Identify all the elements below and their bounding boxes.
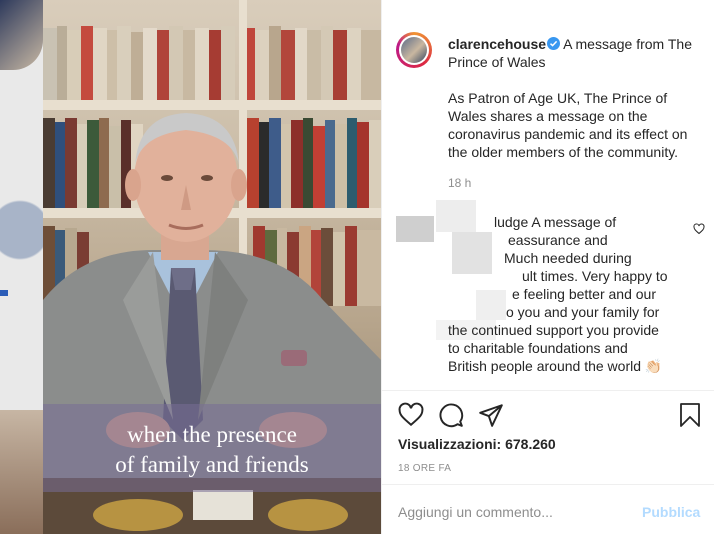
pixelated-block	[452, 232, 492, 274]
description-line-2: Wales shares a message on the	[448, 108, 648, 124]
comment-line-3: Much needed during	[504, 250, 632, 266]
comment-like-icon[interactable]	[693, 222, 705, 240]
video-caption-line-2: of family and friends	[115, 452, 309, 477]
video-caption-line-1: when the presence	[127, 422, 297, 447]
comment-line-9: British people around the world 👏🏻	[448, 358, 663, 374]
commenter-avatar[interactable]	[396, 216, 434, 242]
actions-divider	[382, 390, 714, 391]
share-icon[interactable]	[478, 402, 504, 433]
verified-badge-icon	[547, 37, 561, 50]
comment-icon[interactable]	[438, 402, 464, 433]
heart-icon[interactable]	[398, 402, 424, 433]
description-line-4: the older members of the community.	[448, 144, 679, 160]
views-count[interactable]: Visualizzazioni: 678.260	[398, 435, 556, 453]
description-line-3: coronavirus pandemic and its effect on	[448, 126, 688, 142]
avatar-ring	[399, 35, 429, 65]
caption-timestamp[interactable]: 18 h	[448, 174, 471, 192]
comment-line-2: eassurance and	[508, 232, 608, 248]
avatar-photo	[401, 37, 427, 63]
post-details-panel: clarencehouse A message from The Prince o…	[381, 0, 714, 534]
username-link[interactable]: clarencehouse	[448, 36, 546, 52]
publish-button[interactable]: Pubblica	[642, 503, 700, 521]
caption-header: clarencehouse A message from The Prince o…	[448, 35, 708, 71]
bookmark-icon[interactable]	[678, 402, 702, 433]
background-link-mark	[0, 290, 8, 296]
background-thumbnail	[0, 410, 43, 534]
pixelated-block	[476, 290, 506, 320]
profile-avatar[interactable]	[396, 32, 432, 68]
background-avatar	[0, 185, 43, 275]
comment-line-8: to charitable foundations and	[448, 340, 628, 356]
background-image	[0, 0, 43, 70]
comment-line-4: ult times. Very happy to	[522, 268, 668, 284]
comment-line-5: e feeling better and our	[512, 286, 656, 302]
comment-line-6: o you and your family for	[506, 304, 660, 320]
comment-input[interactable]: Aggiungi un commento...	[398, 503, 553, 521]
post-video[interactable]: when the presence of family and friends	[43, 0, 381, 534]
background-feed-strip	[0, 0, 43, 534]
pixelated-block	[436, 200, 476, 232]
comment-line-1: ludge A message of	[494, 214, 617, 230]
comment-line-7: the continued support you provide	[448, 322, 659, 338]
description-line-1: As Patron of Age UK, The Prince of	[448, 90, 668, 106]
post-timestamp[interactable]: 18 ORE FA	[398, 460, 451, 478]
composer-divider	[382, 484, 714, 485]
